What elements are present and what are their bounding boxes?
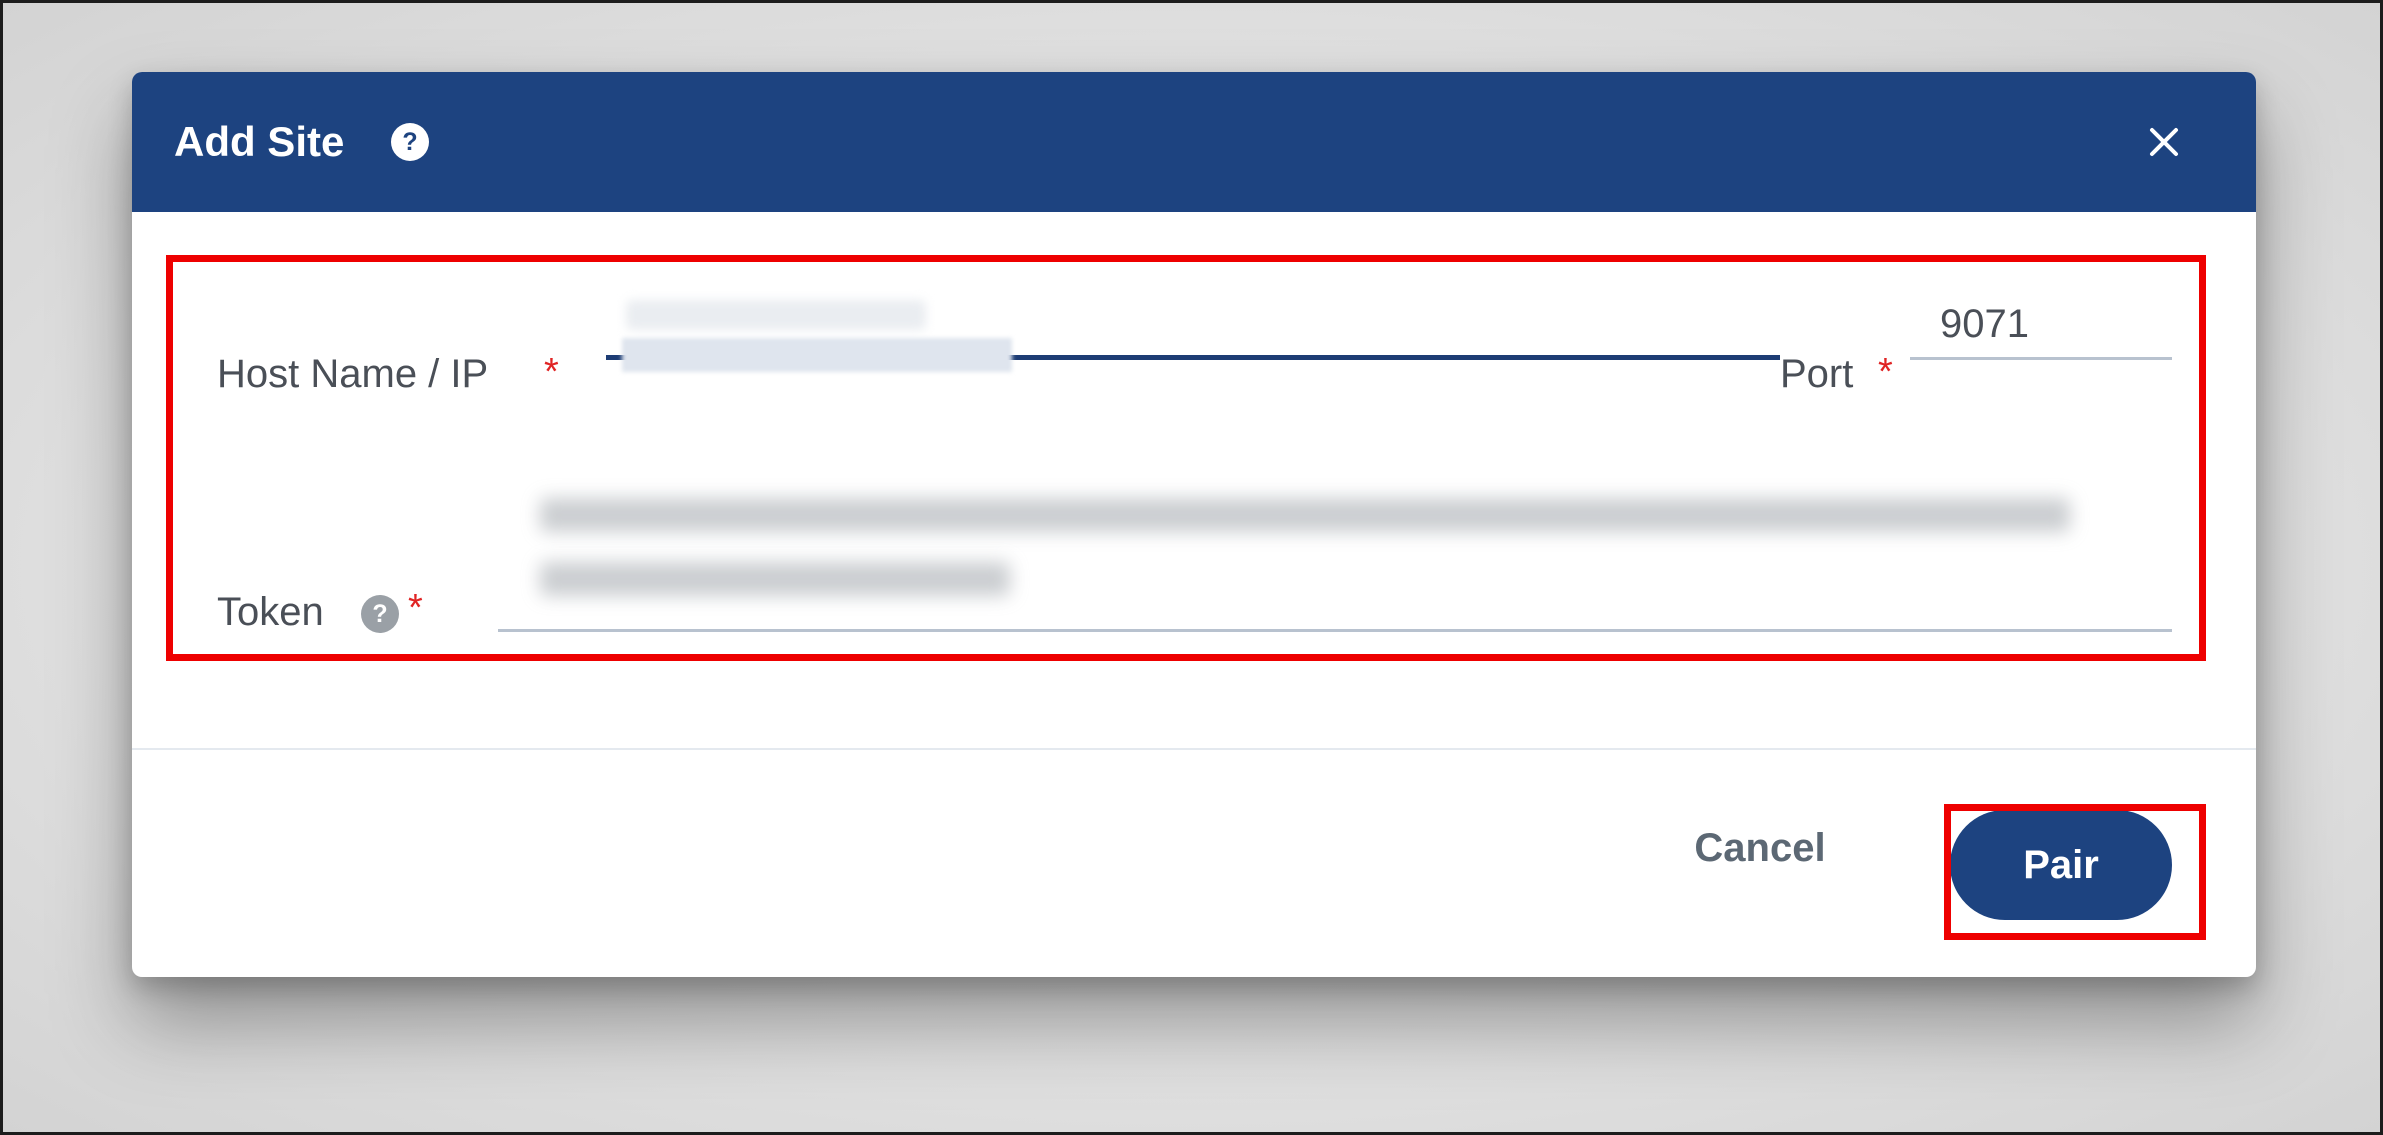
- close-icon[interactable]: [2144, 122, 2184, 162]
- footer-divider: [132, 748, 2256, 750]
- help-icon[interactable]: ?: [390, 122, 430, 162]
- dialog-title: Add Site: [174, 118, 345, 165]
- form-highlight-box: [166, 255, 2206, 661]
- svg-text:?: ?: [402, 128, 417, 156]
- dialog-header: Add Site ?: [132, 72, 2256, 212]
- cancel-button[interactable]: Cancel: [1660, 816, 1860, 880]
- pair-highlight-box: [1944, 804, 2206, 940]
